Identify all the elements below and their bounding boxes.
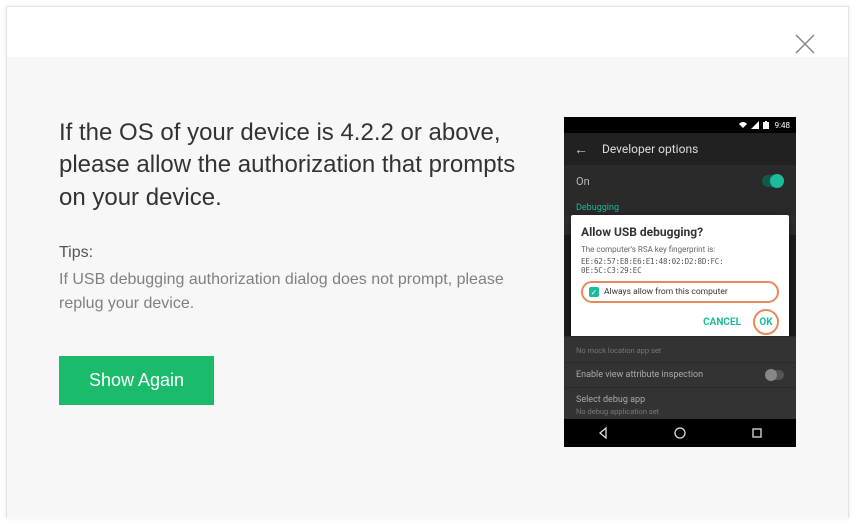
tips-body: If USB debugging authorization dialog do… (59, 268, 524, 316)
usb-debug-popup: Allow USB debugging? The computer's RSA … (571, 215, 789, 343)
phone-illustration: 9:48 ← Developer options On Debugging Al… (564, 117, 796, 447)
phone-section-debugging: Debugging (564, 197, 796, 215)
popup-ok-button: OK (759, 317, 772, 328)
fingerprint-line-2: 0E:5C:C3:29:EC (581, 266, 641, 275)
signal-icon (751, 121, 759, 129)
checkbox-checked-icon: ✓ (589, 287, 599, 297)
nav-recent-icon (750, 426, 764, 440)
close-icon[interactable] (794, 33, 816, 55)
dialog-topbar (7, 7, 848, 57)
phone-row-select-debug: Select debug app No debug application se… (564, 387, 796, 423)
main-heading: If the OS of your device is 4.2.2 or abo… (59, 117, 524, 214)
nav-home-icon (673, 426, 687, 440)
phone-navbar (564, 419, 796, 447)
instructions-column: If the OS of your device is 4.2.2 or abo… (59, 117, 564, 479)
popup-subtitle: The computer's RSA key fingerprint is: (581, 245, 779, 255)
show-again-button[interactable]: Show Again (59, 356, 214, 405)
tips-label: Tips: (59, 244, 524, 262)
nav-back-icon (596, 426, 610, 440)
phone-appbar-title: Developer options (602, 142, 698, 156)
phone-row-mock: No mock location app set (564, 336, 796, 362)
popup-buttons: CANCEL OK (581, 309, 779, 335)
always-allow-row: ✓ Always allow from this computer (581, 281, 779, 303)
phone-on-label: On (576, 175, 590, 188)
phone-row-select-debug-sub: No debug application set (576, 407, 659, 416)
dialog-body: If the OS of your device is 4.2.2 or abo… (7, 57, 848, 519)
phone-status-time: 9:48 (775, 121, 790, 130)
popup-cancel-button: CANCEL (703, 317, 741, 328)
phone-row-attr-label: Enable view attribute inspection (576, 370, 703, 380)
phone-appbar: ← Developer options (564, 133, 796, 165)
battery-icon (763, 121, 771, 129)
phone-row-select-debug-label: Select debug app (576, 395, 645, 405)
back-arrow-icon: ← (574, 141, 588, 158)
ok-highlight-circle: OK (753, 309, 779, 335)
toggle-on-icon (762, 175, 784, 187)
wifi-icon (739, 121, 747, 129)
phone-row-mock-sub: No mock location app set (576, 346, 661, 355)
popup-fingerprint: EE:62:57:E8:E6:E1:48:02:D2:8D:FC: 0E:5C:… (581, 257, 779, 275)
phone-on-row: On (564, 165, 796, 197)
phone-settings-rows: No mock location app set Enable view att… (564, 336, 796, 423)
toggle-off-icon (766, 370, 784, 380)
phone-row-attr-inspect: Enable view attribute inspection (564, 362, 796, 387)
always-allow-label: Always allow from this computer (604, 287, 728, 297)
fingerprint-line-1: EE:62:57:E8:E6:E1:48:02:D2:8D:FC: (581, 257, 723, 266)
popup-title: Allow USB debugging? (581, 225, 779, 239)
dialog-card: If the OS of your device is 4.2.2 or abo… (6, 6, 849, 518)
phone-status-bar: 9:48 (564, 117, 796, 133)
